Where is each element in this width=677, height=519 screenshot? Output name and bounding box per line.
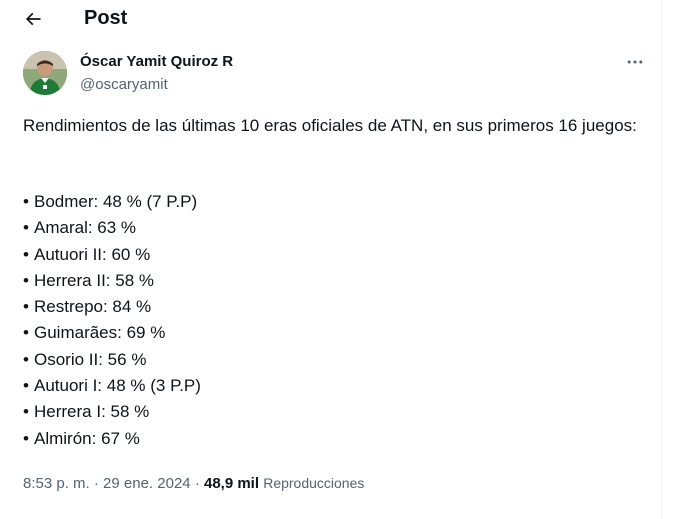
bullet: • [23, 244, 29, 264]
list-item-text: Autuori II: 60 % [34, 244, 151, 264]
list-item: • Autuori I: 48 % (3 P.P) [23, 373, 648, 399]
post-time[interactable]: 8:53 p. m. [23, 475, 90, 492]
bullet: • [23, 323, 29, 343]
bullet: • [23, 376, 29, 396]
list-item: • Herrera I: 58 % [23, 399, 648, 425]
meta-separator: · [194, 475, 200, 492]
bullet: • [23, 218, 29, 238]
avatar-image [23, 51, 67, 95]
bullet: • [23, 349, 29, 369]
post-frame: Post Óscar Yamit Quiroz R @oscaryamit Re… [0, 0, 662, 519]
author-handle[interactable]: @oscaryamit [80, 75, 168, 95]
bullet: • [23, 192, 29, 211]
meta-separator: · [93, 475, 99, 492]
list-item-text: Bodmer: 48 % (7 P.P) [34, 192, 198, 211]
list-item: • Osorio II: 56 % [23, 347, 648, 373]
post-meta: 8:53 p. m. · 29 ene. 2024 · 48,9 mil Rep… [23, 473, 364, 494]
more-horizontal-icon [627, 60, 643, 64]
list-item: • Guimarães: 69 % [23, 320, 648, 346]
views-label: Reproducciones [263, 475, 365, 491]
list-item-text: Guimarães: 69 % [34, 323, 166, 343]
list-item-text: Amaral: 63 % [34, 218, 137, 238]
tweet-intro: Rendimientos de las últimas 10 eras ofic… [23, 116, 637, 135]
tweet-text: Rendimientos de las últimas 10 eras ofic… [23, 113, 648, 140]
performance-list: • Bodmer: 48 % (7 P.P) • Amaral: 63 % • Aut… [23, 189, 648, 452]
list-item-text: Herrera II: 58 % [34, 270, 154, 290]
page-header: Post [0, 0, 662, 38]
back-button[interactable] [16, 2, 50, 36]
bullet: • [23, 402, 29, 422]
list-item-text: Autuori I: 48 % (3 P.P) [34, 376, 201, 396]
post-date[interactable]: 29 ene. 2024 [103, 475, 191, 492]
author-name[interactable]: Óscar Yamit Quiroz R [80, 52, 233, 72]
list-item-text: Herrera I: 58 % [34, 402, 150, 422]
list-item: • Bodmer: 48 % (7 P.P) [23, 189, 648, 215]
avatar[interactable] [23, 51, 67, 95]
list-item: • Herrera II: 58 % [23, 268, 648, 294]
list-item-text: Osorio II: 56 % [34, 349, 147, 369]
list-item: • Amaral: 63 % [23, 215, 648, 241]
page-title: Post [84, 7, 128, 29]
bullet: • [23, 270, 29, 290]
arrow-left-icon [25, 12, 41, 26]
list-item: • Autuori II: 60 % [23, 242, 648, 268]
bullet: • [23, 297, 29, 317]
list-item-text: Restrepo: 84 % [34, 297, 152, 317]
more-options-button[interactable] [620, 50, 650, 74]
views-count: 48,9 mil [203, 475, 260, 492]
list-item: • Restrepo: 84 % [23, 294, 648, 320]
list-item-text: Almirón: 67 % [34, 428, 140, 448]
list-item: • Almirón: 67 % [23, 426, 648, 452]
bullet: • [23, 428, 29, 448]
